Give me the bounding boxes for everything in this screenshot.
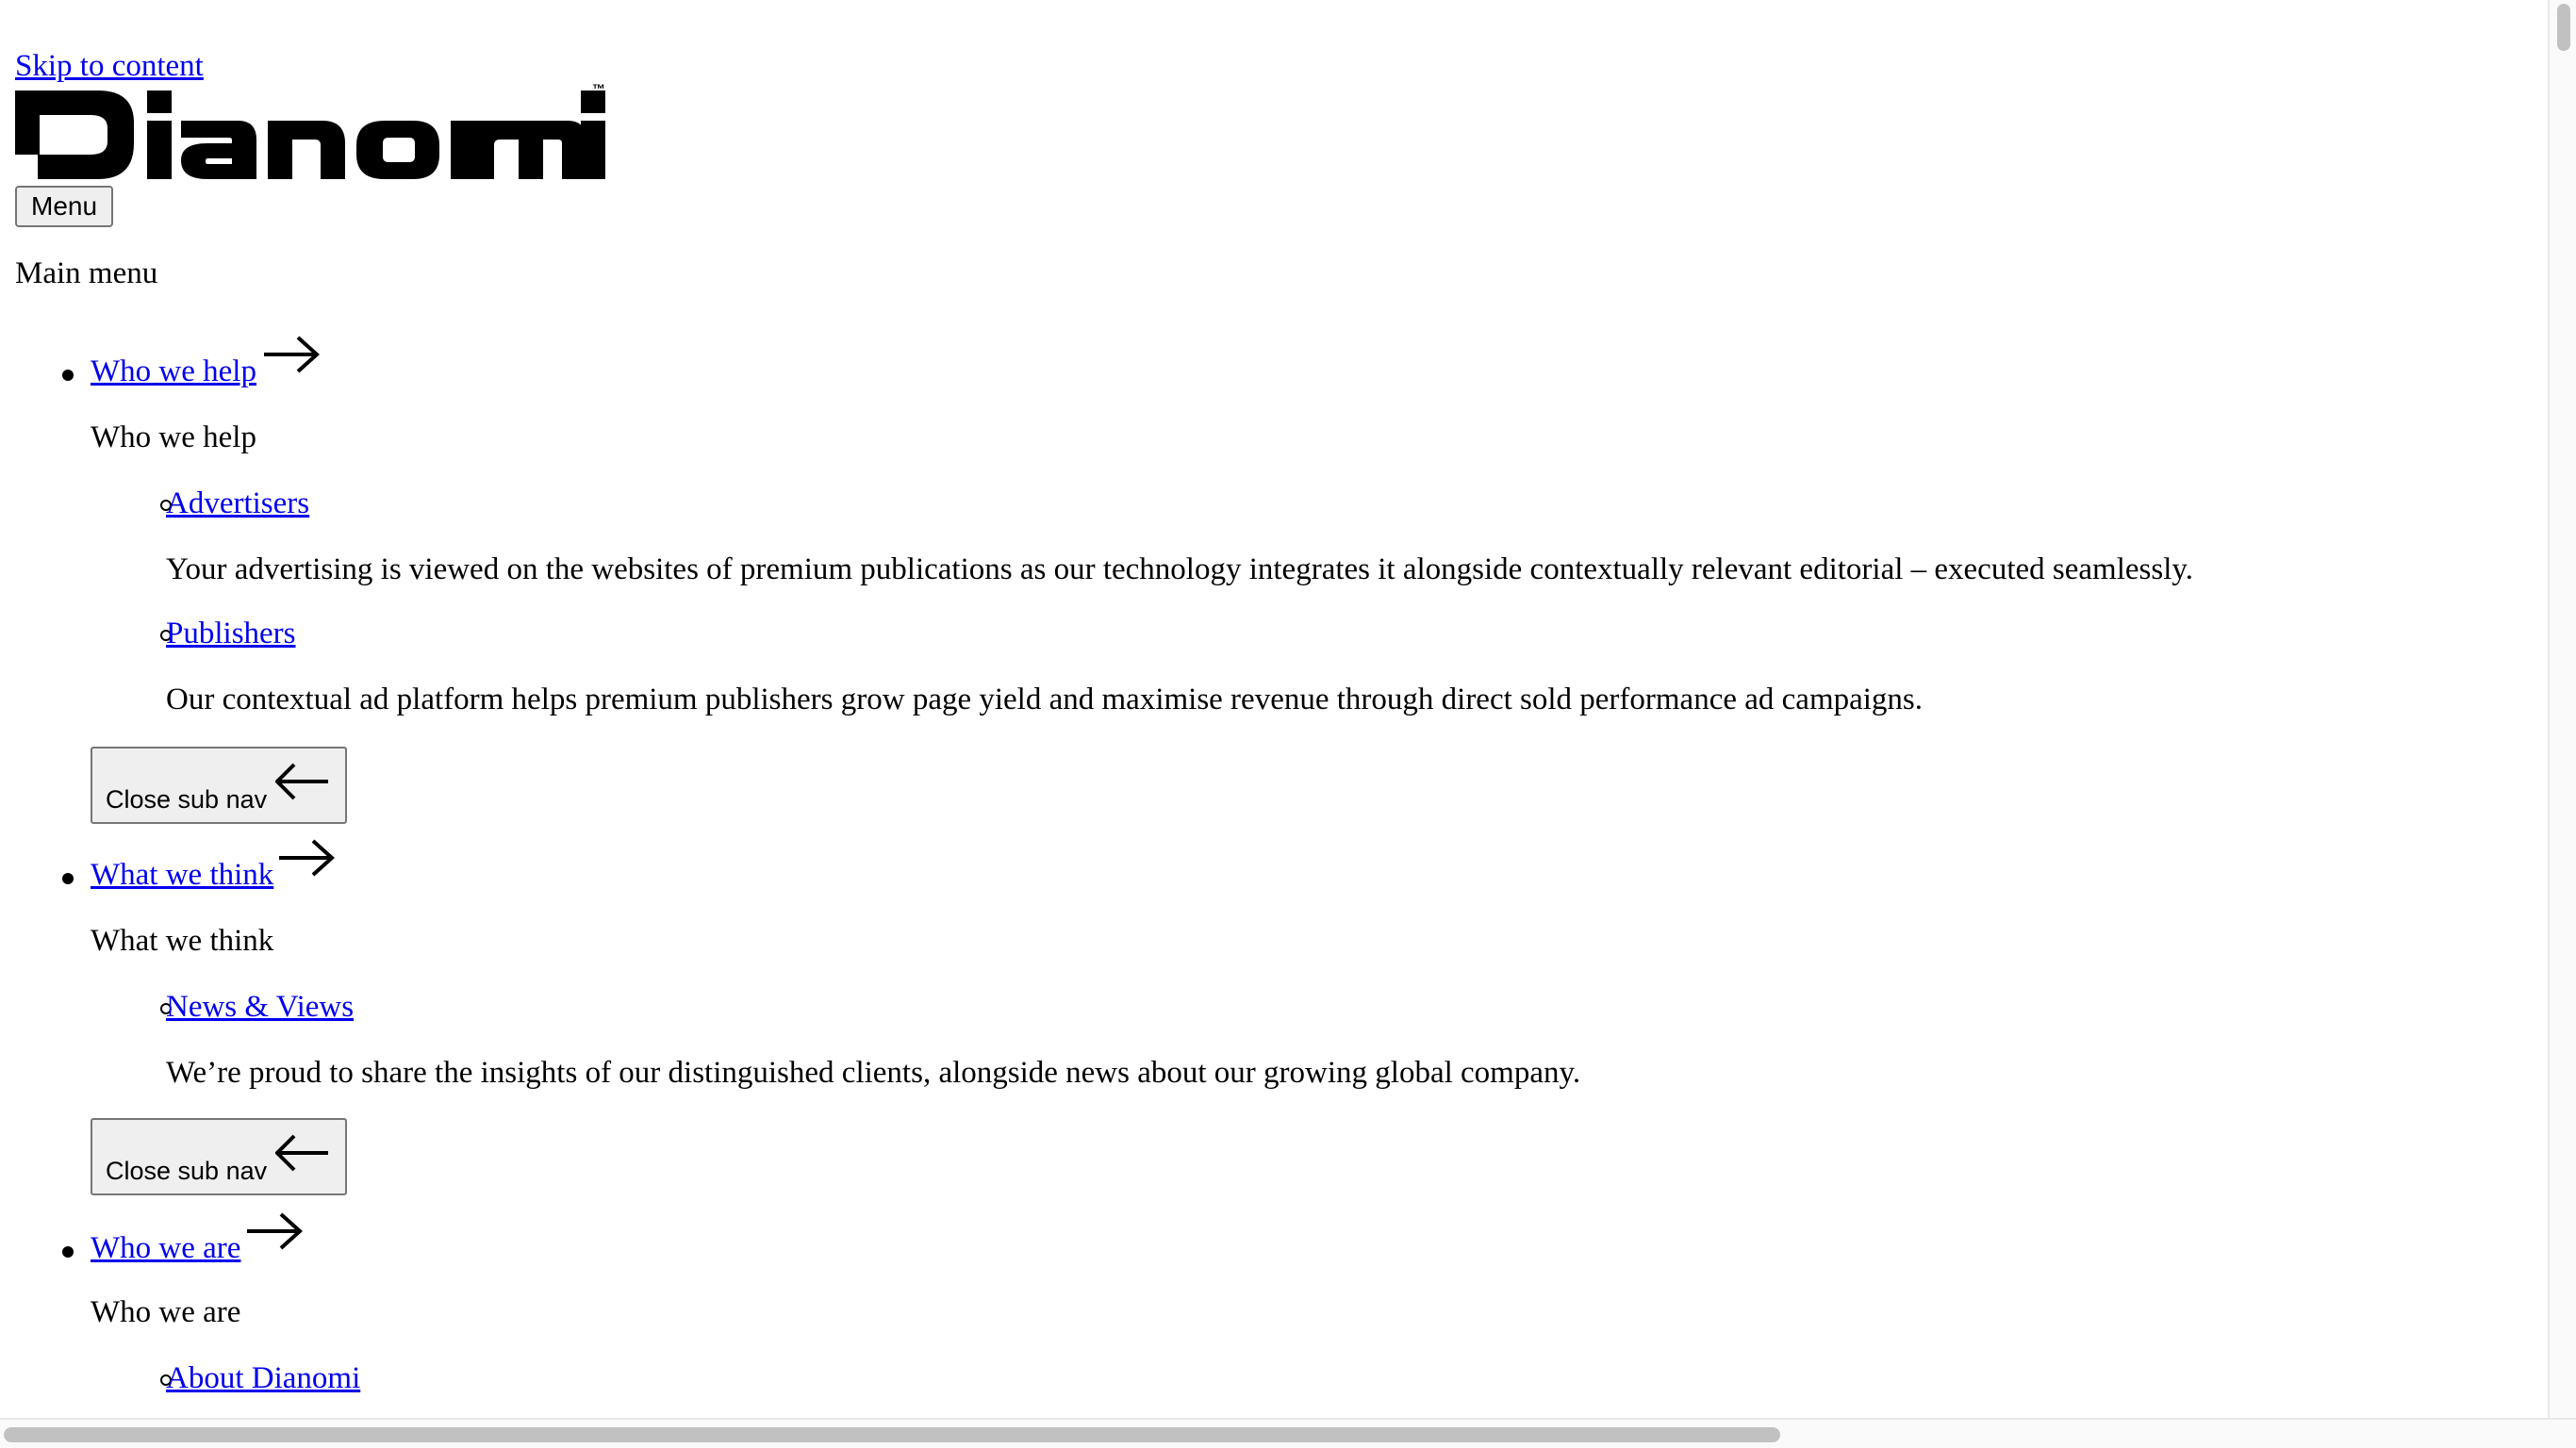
close-sub-nav-label: Close sub nav — [106, 1157, 268, 1185]
menu-button[interactable]: Menu — [15, 186, 114, 227]
news-and-views-description: We’re proud to share the insights of our… — [166, 1056, 1581, 1090]
close-sub-nav-label: Close sub nav — [106, 785, 268, 814]
arrow-left-icon — [275, 763, 328, 800]
vertical-scrollbar[interactable] — [2548, 0, 2576, 1418]
vertical-scrollbar-thumb[interactable] — [2557, 4, 2570, 51]
list-bullet — [62, 873, 74, 884]
publishers-link[interactable]: Publishers — [166, 615, 296, 652]
arrow-right-icon[interactable] — [245, 1210, 304, 1252]
arrow-right-icon[interactable] — [277, 837, 336, 879]
who-we-are-heading: Who we are — [91, 1295, 241, 1329]
skip-to-content-link[interactable]: Skip to content — [15, 47, 204, 85]
horizontal-scrollbar[interactable] — [0, 1418, 2576, 1448]
about-dianomi-link[interactable]: About Dianomi — [166, 1359, 360, 1397]
close-sub-nav-button[interactable]: Close sub nav — [91, 1118, 347, 1195]
dianomi-logo[interactable]: ™ — [15, 81, 619, 179]
who-we-are-link[interactable]: Who we are — [91, 1229, 240, 1267]
list-bullet — [62, 370, 74, 381]
horizontal-scrollbar-thumb[interactable] — [4, 1427, 1780, 1442]
what-we-think-heading: What we think — [91, 924, 274, 958]
arrow-right-icon[interactable] — [262, 334, 321, 375]
arrow-left-icon — [275, 1134, 328, 1172]
who-we-help-link[interactable]: Who we help — [91, 353, 256, 390]
who-we-help-heading: Who we help — [91, 420, 256, 454]
page-viewport: Skip to content ™ Menu Main menu Who we … — [0, 0, 2546, 1418]
trademark-symbol: ™ — [592, 81, 605, 96]
advertisers-link[interactable]: Advertisers — [166, 485, 309, 522]
advertisers-description: Your advertising is viewed on the websit… — [166, 552, 2193, 586]
main-menu-title: Main menu — [15, 256, 158, 290]
dianomi-logo-mark — [15, 90, 605, 179]
what-we-think-link[interactable]: What we think — [91, 856, 273, 894]
publishers-description: Our contextual ad platform helps premium… — [166, 683, 1924, 716]
news-and-views-link[interactable]: News & Views — [166, 988, 354, 1026]
close-sub-nav-button[interactable]: Close sub nav — [91, 747, 347, 824]
list-bullet — [62, 1246, 74, 1258]
